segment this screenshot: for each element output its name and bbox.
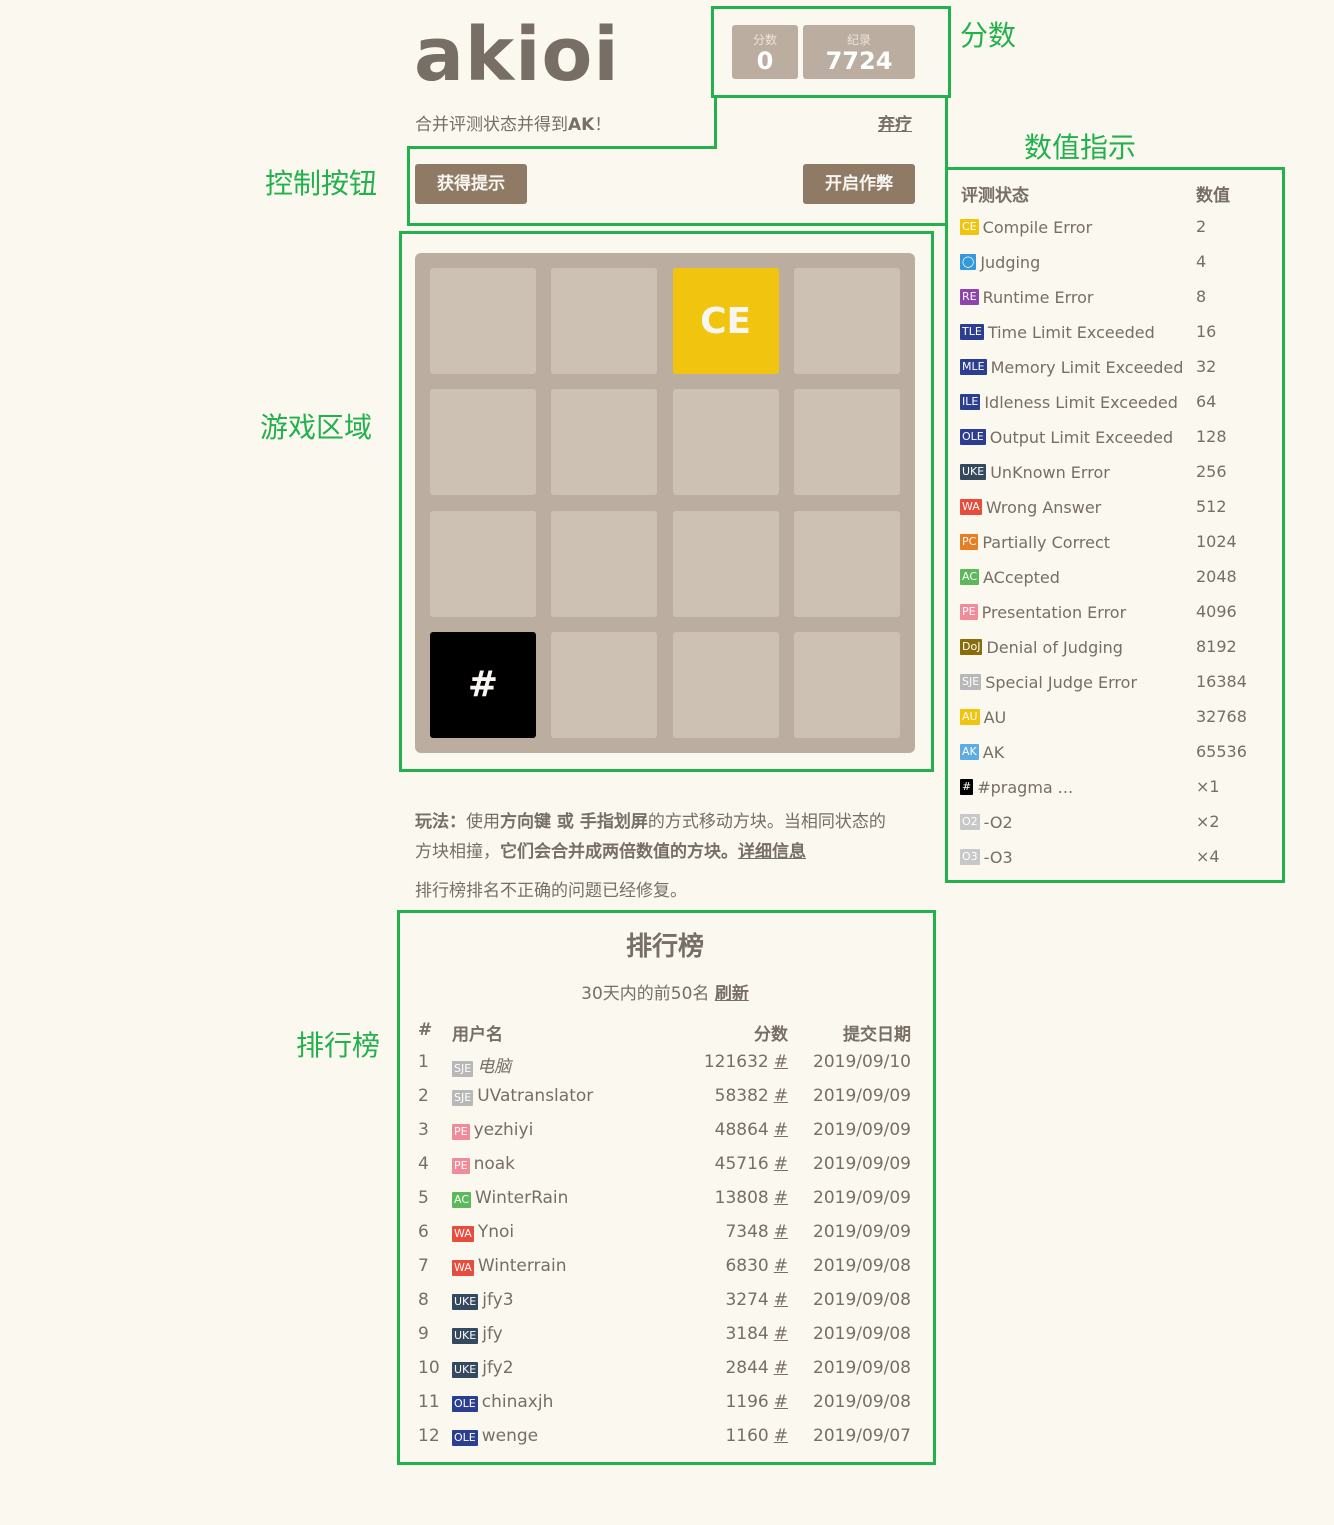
annotation-controls-box-left — [407, 146, 717, 226]
annotation-game-area-box — [399, 231, 934, 772]
annotation-score-label: 分数 — [960, 19, 1017, 52]
annotation-values-label: 数值指示 — [1024, 131, 1137, 164]
instructions-line-2: 方块相撞，它们会合并成两倍数值的方块。详细信息 — [415, 842, 806, 862]
annotation-controls-label: 控制按钮 — [265, 167, 378, 200]
instructions-line-1: 玩法：使用方向键 或 手指划屏的方式移动方块。当相同状态的 — [415, 812, 886, 832]
notice-text: 排行榜排名不正确的问题已经修复。 — [415, 881, 687, 901]
annotation-controls-connector — [714, 95, 717, 149]
annotation-ranking-box — [397, 910, 936, 1465]
annotation-controls-box-right — [714, 95, 948, 226]
annotation-score-box — [711, 6, 951, 98]
annotation-ranking-label: 排行榜 — [296, 1029, 381, 1062]
game-subtitle: 合并评测状态并得到AK！ — [415, 115, 612, 135]
game-title: akioi — [414, 12, 620, 98]
annotation-game-area-label: 游戏区域 — [260, 411, 373, 444]
annotation-values-box — [945, 167, 1285, 883]
details-link[interactable]: 详细信息 — [738, 842, 806, 862]
